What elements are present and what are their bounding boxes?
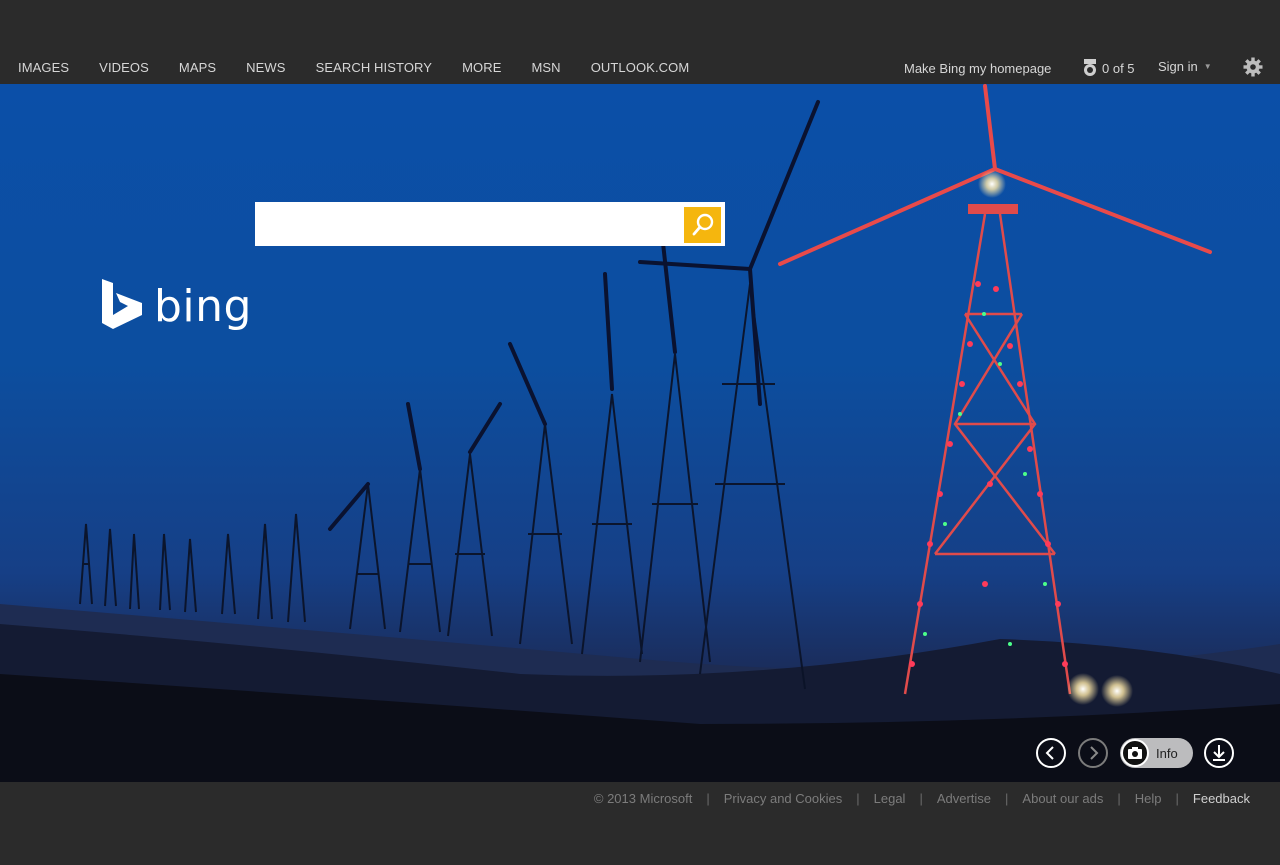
main-nav: IMAGES VIDEOS MAPS NEWS SEARCH HISTORY M…: [18, 60, 719, 75]
footer-link-legal[interactable]: Legal: [874, 791, 906, 806]
footer-link-about-ads[interactable]: About our ads: [1022, 791, 1103, 806]
rewards-button[interactable]: 0 of 5: [1082, 59, 1135, 77]
nav-item-search-history[interactable]: SEARCH HISTORY: [316, 60, 433, 75]
gear-icon[interactable]: [1243, 57, 1263, 77]
search-icon: [692, 213, 714, 236]
sign-in-label: Sign in: [1158, 59, 1198, 74]
image-info-button[interactable]: Info: [1120, 738, 1193, 768]
background-image: bing: [0, 84, 1280, 782]
previous-image-button[interactable]: [1036, 738, 1066, 768]
nav-item-images[interactable]: IMAGES: [18, 60, 69, 75]
copyright: © 2013 Microsoft: [593, 791, 693, 806]
download-icon: [1213, 745, 1225, 761]
divider: |: [856, 791, 860, 806]
footer-link-help[interactable]: Help: [1135, 791, 1162, 806]
footer: © 2013 Microsoft | Privacy and Cookies |…: [0, 782, 1280, 865]
chevron-left-icon: [1045, 746, 1054, 760]
header-right: Make Bing my homepage 0 of 5 Sign in ▼: [904, 59, 1212, 77]
search-input[interactable]: [255, 202, 683, 246]
make-homepage-link[interactable]: Make Bing my homepage: [904, 61, 1051, 76]
footer-links: © 2013 Microsoft | Privacy and Cookies |…: [594, 791, 1250, 806]
bing-logo[interactable]: bing: [102, 279, 252, 329]
camera-icon: [1121, 739, 1149, 767]
sign-in-button[interactable]: Sign in ▼: [1158, 59, 1212, 74]
footer-link-advertise[interactable]: Advertise: [937, 791, 991, 806]
wind-turbine-scene: [0, 84, 1280, 782]
nav-item-maps[interactable]: MAPS: [179, 60, 216, 75]
rewards-count: 0 of 5: [1102, 60, 1135, 76]
chevron-right-icon: [1090, 746, 1099, 760]
divider: |: [1117, 791, 1121, 806]
nav-item-more[interactable]: MORE: [462, 60, 501, 75]
bing-logo-icon: [102, 279, 142, 329]
nav-item-videos[interactable]: VIDEOS: [99, 60, 149, 75]
search-button[interactable]: [684, 207, 721, 243]
divider: |: [1175, 791, 1179, 806]
top-bar: IMAGES VIDEOS MAPS NEWS SEARCH HISTORY M…: [0, 0, 1280, 84]
info-label: Info: [1156, 746, 1178, 761]
search-box: [255, 202, 725, 246]
chevron-down-icon: ▼: [1203, 62, 1212, 71]
footer-link-privacy[interactable]: Privacy and Cookies: [724, 791, 843, 806]
download-button[interactable]: [1204, 738, 1234, 768]
bing-wordmark: bing: [154, 281, 252, 332]
divider: |: [706, 791, 710, 806]
next-image-button[interactable]: [1078, 738, 1108, 768]
feedback-link[interactable]: Feedback: [1193, 791, 1250, 806]
divider: |: [919, 791, 923, 806]
nav-item-outlook[interactable]: OUTLOOK.COM: [591, 60, 690, 75]
nav-item-news[interactable]: NEWS: [246, 60, 285, 75]
medal-icon: [1084, 59, 1096, 76]
divider: |: [1005, 791, 1009, 806]
nav-item-msn[interactable]: MSN: [531, 60, 560, 75]
